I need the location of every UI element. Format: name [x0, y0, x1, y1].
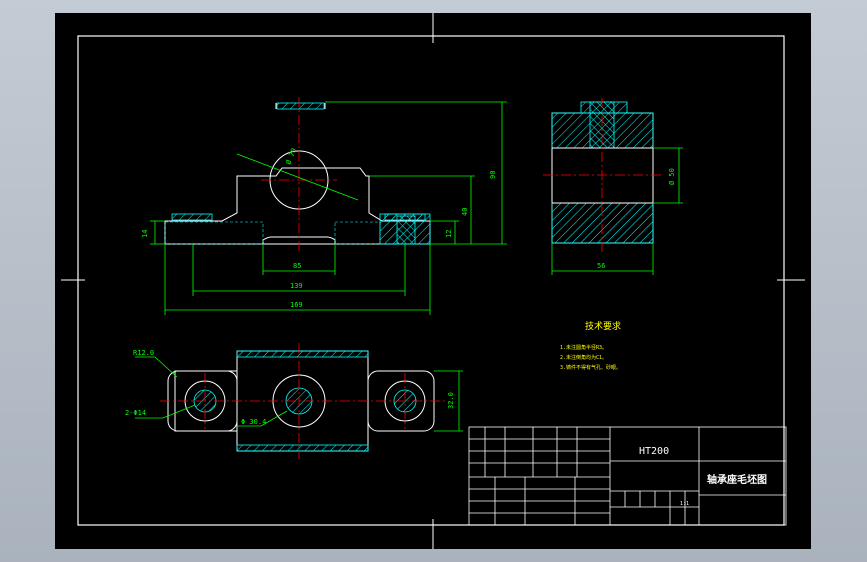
title-block-material: HT200 — [639, 446, 669, 457]
title-block-scale: 1:1 — [680, 501, 689, 507]
dim-width-inner: 85 — [293, 262, 301, 270]
drawing-canvas: Ø 70 90 40 12 14 85 139 169 Ø 50 56 R12.… — [61, 13, 805, 549]
tech-req-item-2: 2.未注倒角均为C1。 — [560, 354, 607, 361]
cad-application: Ø 70 90 40 12 14 85 139 169 Ø 50 56 R12.… — [0, 0, 867, 562]
top-dim-holes: 2-Φ14 — [125, 409, 146, 417]
front-dim-diameter: Ø 70 — [284, 147, 298, 166]
top-view: R12.0 2-Φ14 Φ 30.4 32.0 — [125, 343, 463, 459]
side-dim-bore: Ø 50 — [668, 168, 676, 185]
dim-height-mid: 40 — [461, 208, 469, 216]
tech-req-item-3: 3.铸件不得有气孔、砂眼。 — [560, 364, 621, 371]
top-dim-bore: Φ 30.4 — [241, 418, 266, 426]
drawing-border — [61, 13, 805, 549]
side-view: Ø 50 56 — [543, 98, 683, 275]
front-view: Ø 70 90 40 12 14 85 139 169 — [141, 97, 507, 315]
dim-width-mid: 139 — [290, 282, 303, 290]
tech-req-item-1: 1.未注圆角半径R3。 — [560, 344, 607, 351]
tech-req-title: 技术要求 — [585, 320, 621, 332]
dim-base-height: 14 — [141, 230, 149, 238]
top-dim-radius: R12.0 — [133, 349, 154, 357]
top-dim-side: 32.0 — [447, 392, 455, 409]
technical-requirements: 技术要求 1.未注圆角半径R3。 2.未注倒角均为C1。 3.铸件不得有气孔、砂… — [560, 320, 621, 371]
drawing-viewport[interactable]: Ø 70 90 40 12 14 85 139 169 Ø 50 56 R12.… — [55, 13, 811, 549]
dim-height-total: 90 — [489, 171, 497, 179]
side-dim-width: 56 — [597, 262, 605, 270]
dim-height-low: 12 — [445, 230, 453, 238]
title-block-part-name: 轴承座毛坯图 — [707, 473, 767, 486]
dim-width-total: 169 — [290, 301, 303, 309]
